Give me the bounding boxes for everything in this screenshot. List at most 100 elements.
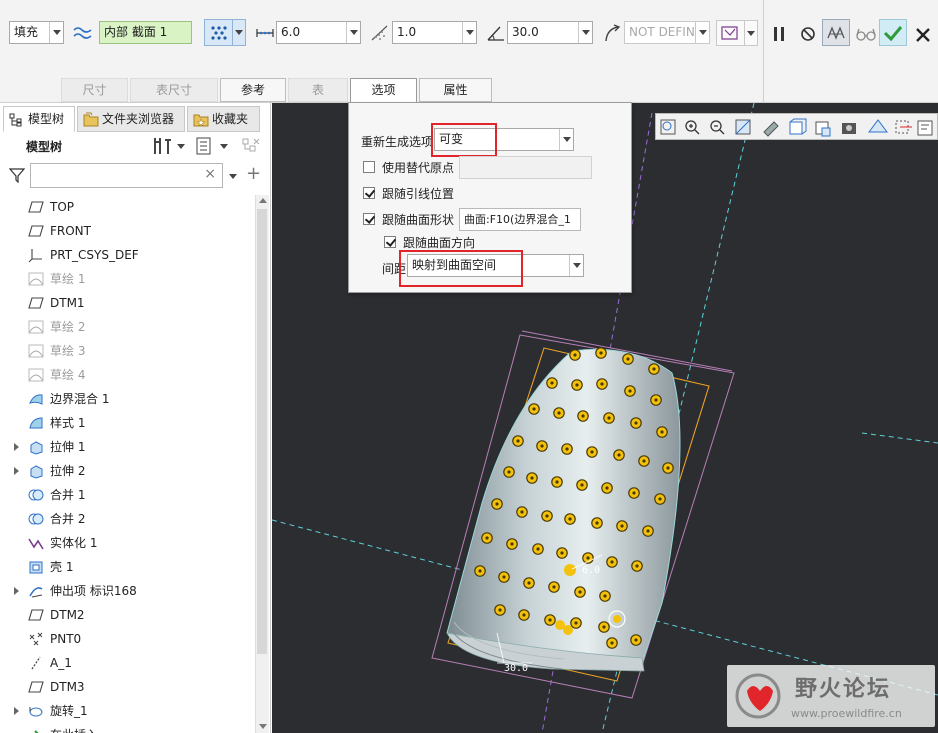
- sketch-button[interactable]: [716, 20, 758, 46]
- tree-item[interactable]: 草绘 1: [0, 267, 255, 291]
- filter-funnel-icon[interactable]: [9, 167, 25, 183]
- confirm-button[interactable]: [879, 19, 907, 46]
- chevron-down-icon[interactable]: [559, 129, 573, 150]
- tab-properties[interactable]: 属性: [419, 78, 492, 102]
- chevron-down-icon[interactable]: [695, 22, 709, 43]
- hole-center: [610, 560, 614, 564]
- tree-item-label: 拉伸 1: [50, 440, 86, 454]
- view-manager-icon[interactable]: [815, 121, 831, 137]
- tree-item[interactable]: DTM2: [0, 603, 255, 627]
- tree-item[interactable]: 拉伸 1: [0, 435, 255, 459]
- dimension-6[interactable]: 6.0: [582, 565, 600, 576]
- tree-item[interactable]: 旋转_1: [0, 699, 255, 723]
- hole-center: [540, 444, 544, 448]
- tree-item[interactable]: 壳 1: [0, 555, 255, 579]
- section-collector[interactable]: 内部 截面 1: [99, 21, 192, 44]
- tree-item[interactable]: PNT0: [0, 627, 255, 651]
- datum-plane-icon: [28, 225, 44, 237]
- verify-mode-button[interactable]: [822, 19, 850, 46]
- tree-item[interactable]: DTM1: [0, 291, 255, 315]
- saved-orientations-icon[interactable]: [789, 118, 807, 135]
- scroll-down-icon[interactable]: [259, 724, 267, 729]
- tree-item[interactable]: 样式 1: [0, 411, 255, 435]
- refit-icon[interactable]: [660, 119, 676, 135]
- tree-item[interactable]: 草绘 4: [0, 363, 255, 387]
- tree-item[interactable]: 草绘 2: [0, 315, 255, 339]
- watermark-url: www.proewildfire.cn: [791, 707, 902, 720]
- tree-item[interactable]: 合并 2: [0, 507, 255, 531]
- chevron-down-icon[interactable]: [229, 174, 237, 179]
- perspective-icon[interactable]: [868, 119, 888, 133]
- expand-arrow-icon[interactable]: [14, 443, 19, 451]
- regen-options-label: 重新生成选项: [361, 135, 434, 149]
- tab-favorites[interactable]: 收藏夹: [187, 106, 260, 132]
- chevron-down-icon[interactable]: [569, 255, 583, 276]
- tree-scrollbar[interactable]: [255, 195, 269, 733]
- tree-item[interactable]: DTM3: [0, 675, 255, 699]
- tab-dimensions[interactable]: 尺寸: [61, 78, 128, 102]
- tab-table[interactable]: 表: [288, 78, 348, 102]
- add-filter-icon[interactable]: +: [246, 163, 261, 184]
- tab-references[interactable]: 参考: [220, 78, 286, 102]
- zoom-in-icon[interactable]: [685, 120, 700, 135]
- tree-item[interactable]: 草绘 3: [0, 339, 255, 363]
- expand-arrow-icon[interactable]: [14, 467, 19, 475]
- glasses-icon[interactable]: [856, 24, 876, 44]
- scroll-up-icon[interactable]: [259, 198, 267, 203]
- alt-origin-checkbox[interactable]: [363, 161, 375, 173]
- cancel-icon[interactable]: [913, 25, 933, 45]
- chevron-down-icon[interactable]: [49, 22, 63, 43]
- pattern-type-button[interactable]: [204, 19, 246, 46]
- tree-item[interactable]: A_1: [0, 651, 255, 675]
- tab-options[interactable]: 选项: [350, 78, 417, 104]
- alt-origin-collector[interactable]: [459, 156, 592, 179]
- chevron-down-icon[interactable]: [744, 21, 757, 45]
- chevron-down-icon[interactable]: [177, 144, 185, 149]
- chevron-down-icon[interactable]: [220, 144, 228, 149]
- chevron-down-icon[interactable]: [232, 20, 245, 45]
- scrollbar-thumb[interactable]: [257, 209, 267, 654]
- tab-table-dimensions[interactable]: 表尺寸: [130, 78, 218, 102]
- reference-dropdown[interactable]: NOT DEFIN: [624, 21, 710, 44]
- display-style-icon[interactable]: [763, 121, 779, 137]
- tree-item[interactable]: 在此插入: [0, 723, 255, 733]
- clearance-value-input[interactable]: 1.0: [392, 21, 477, 44]
- spacing-value-input[interactable]: 6.0: [276, 21, 361, 44]
- tree-search-input[interactable]: ×: [30, 163, 223, 188]
- tab-model-tree[interactable]: 模型树: [3, 106, 75, 132]
- tree-item-label: PNT0: [50, 632, 82, 646]
- expand-arrow-icon[interactable]: [14, 587, 19, 595]
- tree-filter-icon[interactable]: [241, 137, 261, 157]
- camera-icon[interactable]: [842, 123, 856, 134]
- settings-tools-icon[interactable]: [151, 136, 173, 156]
- chevron-down-icon[interactable]: [346, 22, 360, 43]
- dimension-30[interactable]: 30.0: [504, 663, 528, 674]
- clear-search-icon[interactable]: ×: [204, 166, 216, 182]
- tree-item[interactable]: 边界混合 1: [0, 387, 255, 411]
- zoom-out-icon[interactable]: [710, 120, 725, 135]
- follow-leader-checkbox[interactable]: [363, 187, 375, 199]
- tree-item[interactable]: TOP: [0, 195, 255, 219]
- tree-item[interactable]: 实体化 1: [0, 531, 255, 555]
- datum-plane-icon: [28, 201, 44, 213]
- tree-item[interactable]: 伸出项 标识168: [0, 579, 255, 603]
- fill-type-dropdown[interactable]: 填充: [9, 21, 64, 44]
- follow-direction-checkbox[interactable]: [384, 236, 396, 248]
- tab-folder-browser[interactable]: 文件夹浏览器: [77, 106, 185, 132]
- tree-item[interactable]: PRT_CSYS_DEF: [0, 243, 255, 267]
- expand-arrow-icon[interactable]: [14, 707, 19, 715]
- chevron-down-icon[interactable]: [462, 22, 476, 43]
- tree-item[interactable]: 合并 1: [0, 483, 255, 507]
- pause-icon[interactable]: [769, 24, 789, 44]
- surface-collector[interactable]: 曲面:F10(边界混合_1: [459, 208, 581, 231]
- datum-display-icon[interactable]: [895, 120, 912, 134]
- show-list-icon[interactable]: [196, 137, 212, 155]
- angle-value-input[interactable]: 30.0: [507, 21, 593, 44]
- follow-surface-checkbox[interactable]: [363, 213, 375, 225]
- annotation-display-icon[interactable]: [917, 120, 933, 136]
- repaint-icon[interactable]: [735, 119, 751, 135]
- tree-item[interactable]: 拉伸 2: [0, 459, 255, 483]
- chevron-down-icon[interactable]: [578, 22, 592, 43]
- tree-item[interactable]: FRONT: [0, 219, 255, 243]
- no-preview-icon[interactable]: [798, 24, 818, 44]
